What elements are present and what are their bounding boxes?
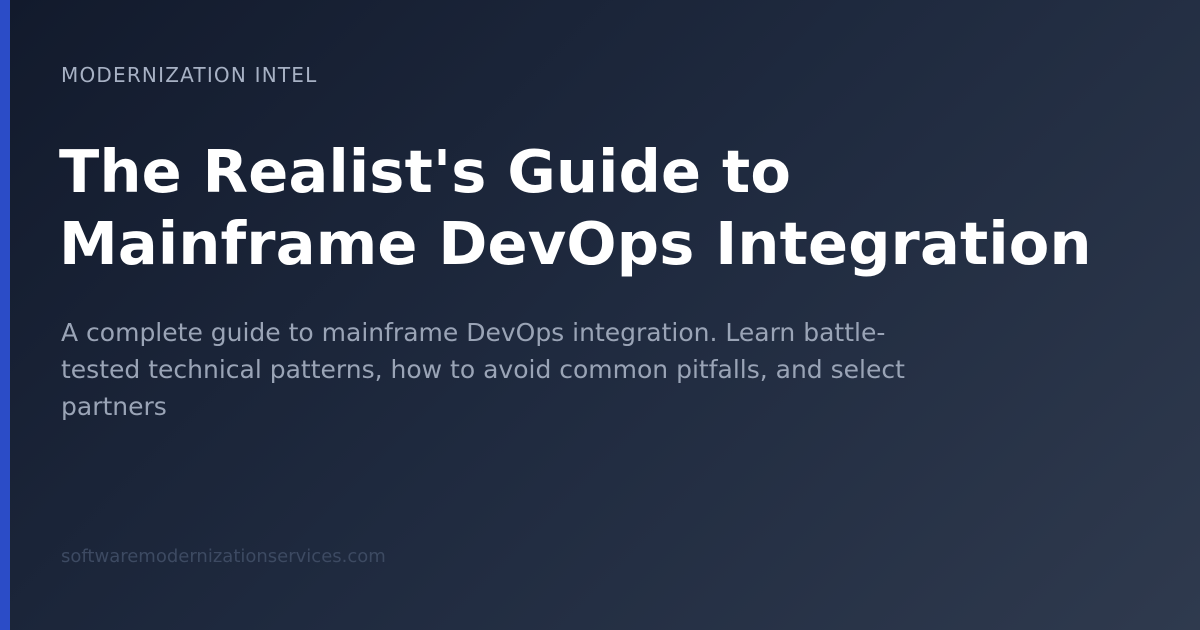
category-label: MODERNIZATION INTEL <box>61 63 318 87</box>
description-line-2: tested technical patterns, how to avoid … <box>61 355 905 384</box>
site-domain: softwaremodernizationservices.com <box>61 546 386 567</box>
title-line-2: Mainframe DevOps Integration <box>59 209 1092 278</box>
description-line-1: A complete guide to mainframe DevOps int… <box>61 318 886 347</box>
article-description: A complete guide to mainframe DevOps int… <box>61 314 961 425</box>
page-title: The Realist's Guide to Mainframe DevOps … <box>59 136 1159 280</box>
social-preview-card: MODERNIZATION INTEL The Realist's Guide … <box>0 0 1200 630</box>
title-line-1: The Realist's Guide to <box>59 137 792 206</box>
description-line-3: partners <box>61 392 167 421</box>
accent-bar <box>0 0 10 630</box>
